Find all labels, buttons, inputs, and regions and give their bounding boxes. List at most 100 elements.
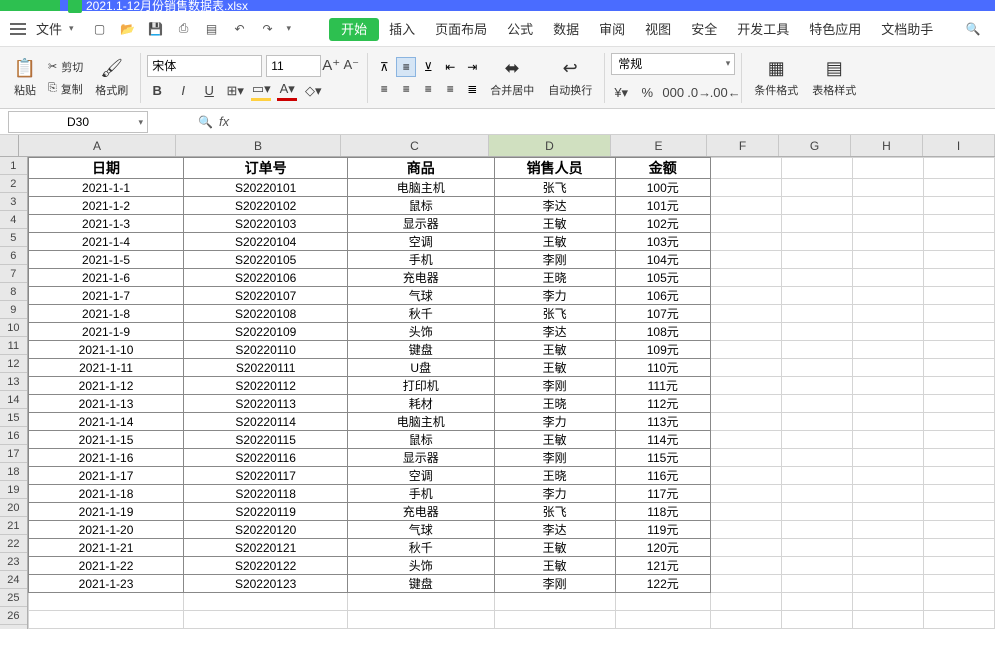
cell-H6[interactable] [852, 251, 923, 269]
row-header-23[interactable]: 23 [0, 553, 27, 571]
cell-D15[interactable]: 李力 [494, 413, 615, 431]
row-header-6[interactable]: 6 [0, 247, 27, 265]
conditional-format-button[interactable]: ▦ 条件格式 [748, 54, 804, 102]
cell-F10[interactable] [710, 323, 781, 341]
cell-G23[interactable] [781, 557, 852, 575]
save-icon[interactable]: 💾 [147, 20, 165, 38]
col-header-H[interactable]: H [851, 135, 923, 156]
open-icon[interactable]: 📂 [119, 20, 137, 38]
cell-I20[interactable] [923, 503, 994, 521]
border-button[interactable]: ⊞▾ [225, 81, 245, 101]
name-box[interactable]: D30 [8, 111, 148, 133]
cell-G19[interactable] [781, 485, 852, 503]
cell-G18[interactable] [781, 467, 852, 485]
cell-I10[interactable] [923, 323, 994, 341]
cell-C26[interactable] [347, 611, 494, 629]
cell-A14[interactable]: 2021-1-13 [28, 395, 184, 413]
italic-button[interactable]: I [173, 81, 193, 101]
cell-F19[interactable] [710, 485, 781, 503]
cell-C14[interactable]: 耗材 [347, 395, 494, 413]
cell-H22[interactable] [852, 539, 923, 557]
cell-E20[interactable]: 118元 [615, 503, 710, 521]
cell-D13[interactable]: 李刚 [494, 377, 615, 395]
font-size-select[interactable] [266, 55, 321, 77]
cell-D5[interactable]: 王敏 [494, 233, 615, 251]
underline-button[interactable]: U [199, 81, 219, 101]
col-header-A[interactable]: A [19, 135, 176, 156]
cell-I16[interactable] [923, 431, 994, 449]
cell-H12[interactable] [852, 359, 923, 377]
cell-F14[interactable] [710, 395, 781, 413]
cell-F23[interactable] [710, 557, 781, 575]
cell-C11[interactable]: 键盘 [347, 341, 494, 359]
menu-tab-4[interactable]: 数据 [543, 22, 589, 37]
increase-decimal-icon[interactable]: .0→ [689, 83, 709, 103]
cell-I15[interactable] [923, 413, 994, 431]
row-header-1[interactable]: 1 [0, 157, 27, 175]
cell-D24[interactable]: 李刚 [494, 575, 615, 593]
cell-A4[interactable]: 2021-1-3 [28, 215, 184, 233]
cell-F8[interactable] [710, 287, 781, 305]
cell-E18[interactable]: 116元 [615, 467, 710, 485]
cell-B2[interactable]: S20220101 [184, 179, 348, 197]
cell-C7[interactable]: 充电器 [347, 269, 494, 287]
paste-button[interactable]: 📋 粘贴 [8, 54, 42, 102]
align-left-icon[interactable]: ≡ [374, 79, 394, 99]
cell-G2[interactable] [781, 179, 852, 197]
cell-E1[interactable]: 金额 [615, 158, 710, 179]
cell-G26[interactable] [781, 611, 852, 629]
cell-H10[interactable] [852, 323, 923, 341]
cell-H24[interactable] [852, 575, 923, 593]
cell-B16[interactable]: S20220115 [184, 431, 348, 449]
cell-I9[interactable] [923, 305, 994, 323]
copy-button[interactable]: ⎘复制 [44, 79, 87, 99]
cell-C6[interactable]: 手机 [347, 251, 494, 269]
cell-G4[interactable] [781, 215, 852, 233]
row-header-26[interactable]: 26 [0, 607, 27, 625]
cell-G8[interactable] [781, 287, 852, 305]
align-center-icon[interactable]: ≡ [396, 79, 416, 99]
cell-E13[interactable]: 111元 [615, 377, 710, 395]
cell-C10[interactable]: 头饰 [347, 323, 494, 341]
cell-H5[interactable] [852, 233, 923, 251]
cell-E7[interactable]: 105元 [615, 269, 710, 287]
cell-D2[interactable]: 张飞 [494, 179, 615, 197]
row-header-18[interactable]: 18 [0, 463, 27, 481]
menu-tab-5[interactable]: 审阅 [589, 22, 635, 37]
file-menu[interactable]: 文件 [36, 19, 62, 38]
cell-E16[interactable]: 114元 [615, 431, 710, 449]
cell-G9[interactable] [781, 305, 852, 323]
cell-E19[interactable]: 117元 [615, 485, 710, 503]
cell-B22[interactable]: S20220121 [184, 539, 348, 557]
cell-B7[interactable]: S20220106 [184, 269, 348, 287]
row-header-4[interactable]: 4 [0, 211, 27, 229]
decrease-indent-icon[interactable]: ⇤ [440, 57, 460, 77]
clear-format-button[interactable]: ◇▾ [303, 81, 323, 101]
col-header-B[interactable]: B [176, 135, 341, 156]
bold-button[interactable]: B [147, 81, 167, 101]
cell-G21[interactable] [781, 521, 852, 539]
cell-A10[interactable]: 2021-1-9 [28, 323, 184, 341]
cell-D7[interactable]: 王晓 [494, 269, 615, 287]
cell-A9[interactable]: 2021-1-8 [28, 305, 184, 323]
justify-icon[interactable]: ≡ [440, 79, 460, 99]
cell-B20[interactable]: S20220119 [184, 503, 348, 521]
percent-icon[interactable]: % [637, 83, 657, 103]
cell-G5[interactable] [781, 233, 852, 251]
cell-B1[interactable]: 订单号 [184, 158, 348, 179]
cell-G22[interactable] [781, 539, 852, 557]
cell-E10[interactable]: 108元 [615, 323, 710, 341]
cell-F12[interactable] [710, 359, 781, 377]
cell-F16[interactable] [710, 431, 781, 449]
cell-F7[interactable] [710, 269, 781, 287]
cell-D21[interactable]: 李达 [494, 521, 615, 539]
cell-F3[interactable] [710, 197, 781, 215]
merge-center-button[interactable]: ⬌ 合并居中 [484, 54, 540, 102]
row-header-17[interactable]: 17 [0, 445, 27, 463]
cell-G16[interactable] [781, 431, 852, 449]
cell-G24[interactable] [781, 575, 852, 593]
active-window-tab[interactable] [0, 0, 60, 11]
row-header-8[interactable]: 8 [0, 283, 27, 301]
cell-G25[interactable] [781, 593, 852, 611]
menu-tab-9[interactable]: 特色应用 [799, 22, 871, 37]
